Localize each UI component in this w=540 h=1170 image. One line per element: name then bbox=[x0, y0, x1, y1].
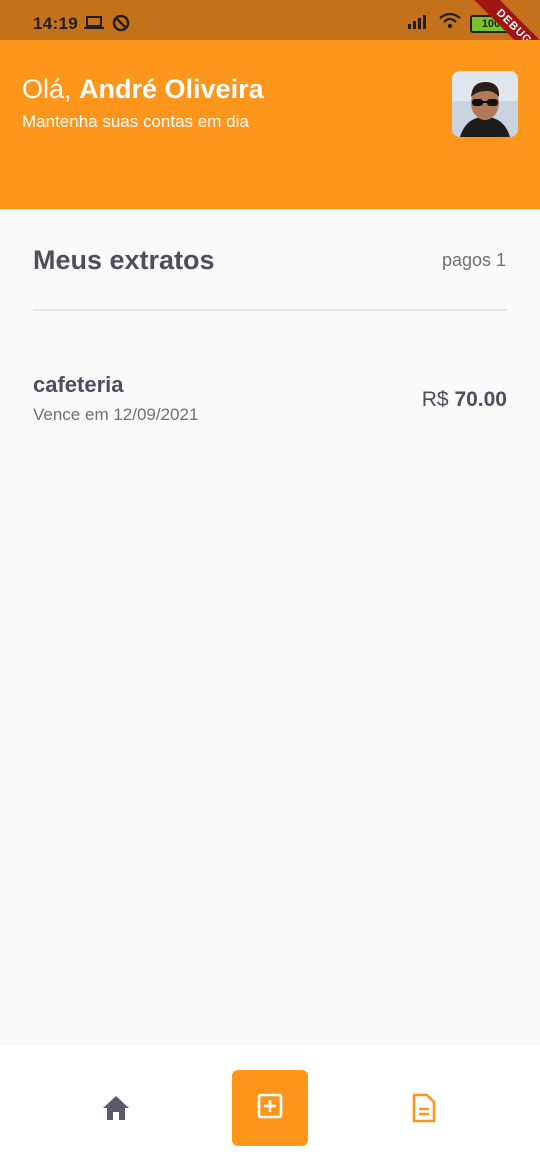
user-name: André Oliveira bbox=[79, 74, 264, 104]
divider bbox=[33, 309, 507, 311]
status-time: 14:19 bbox=[33, 14, 78, 33]
amount-value: 70.00 bbox=[454, 388, 507, 411]
add-box-icon bbox=[257, 1093, 283, 1124]
laptop-icon bbox=[84, 16, 104, 35]
bottom-nav bbox=[0, 1046, 540, 1170]
add-bill-button[interactable] bbox=[232, 1070, 308, 1146]
signal-icon bbox=[408, 13, 430, 34]
bill-due-date: Vence em 12/09/2021 bbox=[33, 405, 199, 424]
nav-statements-button[interactable] bbox=[404, 1090, 444, 1130]
wifi-icon bbox=[439, 12, 461, 34]
home-icon bbox=[102, 1095, 130, 1126]
nav-home-button[interactable] bbox=[96, 1090, 136, 1130]
section-title: Meus extratos bbox=[33, 245, 215, 275]
greeting: Olá, André Oliveira bbox=[22, 74, 264, 105]
status-bar: 14:19 100 bbox=[0, 0, 540, 44]
header-subtitle: Mantenha suas contas em dia bbox=[22, 112, 249, 131]
description-icon bbox=[412, 1093, 436, 1128]
bill-name: cafeteria bbox=[33, 372, 124, 397]
currency-symbol: R$ bbox=[421, 388, 449, 411]
list-item[interactable]: cafeteria Vence em 12/09/2021 R$ 70.00 bbox=[33, 370, 507, 430]
do-not-disturb-icon bbox=[112, 14, 130, 37]
bill-amount: R$ 70.00 bbox=[422, 388, 507, 412]
avatar[interactable] bbox=[452, 71, 518, 137]
paid-count: pagos 1 bbox=[441, 250, 506, 270]
greeting-prefix: Olá, bbox=[22, 74, 80, 104]
header: Olá, André Oliveira Mantenha suas contas… bbox=[0, 40, 540, 209]
